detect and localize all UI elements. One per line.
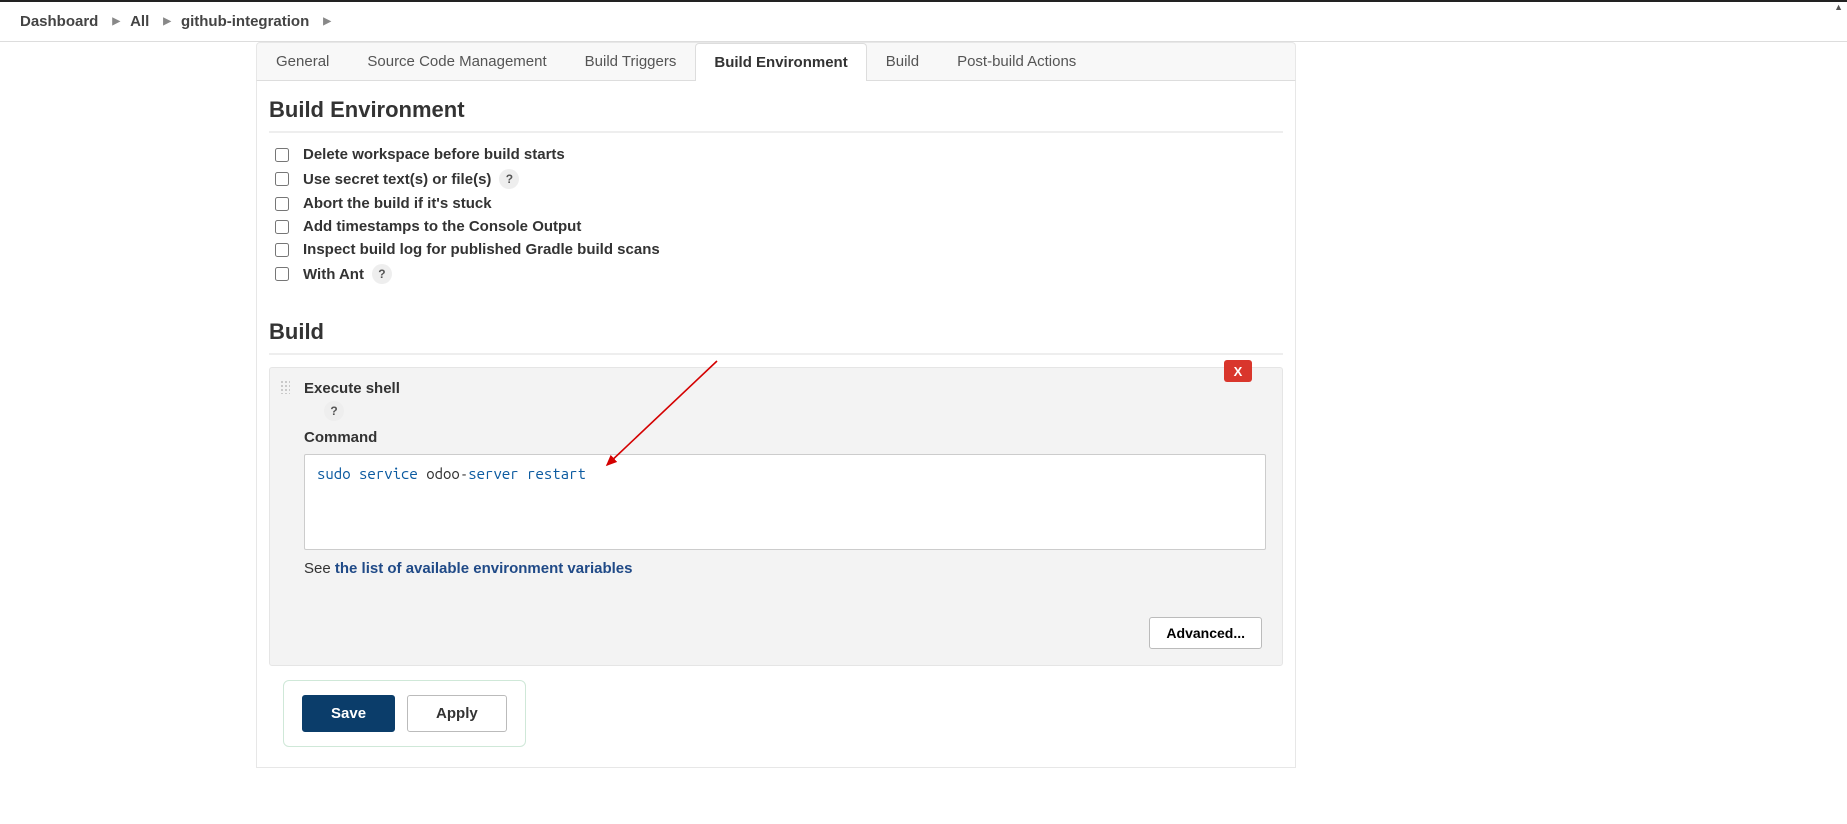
opt-with-ant[interactable]: With Ant ?	[269, 261, 1283, 287]
opt-delete-workspace[interactable]: Delete workspace before build starts	[269, 143, 1283, 166]
checkbox[interactable]	[275, 243, 289, 257]
save-bar: Save Apply	[283, 680, 526, 747]
help-icon[interactable]: ?	[324, 401, 344, 421]
opt-label: Inspect build log for published Gradle b…	[303, 241, 660, 258]
advanced-button[interactable]: Advanced...	[1149, 617, 1262, 649]
config-tabs: General Source Code Management Build Tri…	[256, 42, 1296, 81]
tab-general[interactable]: General	[257, 43, 348, 80]
checkbox[interactable]	[275, 148, 289, 162]
opt-label: Use secret text(s) or file(s)	[303, 171, 491, 188]
opt-gradle-scans[interactable]: Inspect build log for published Gradle b…	[269, 238, 1283, 261]
delete-step-button[interactable]: X	[1224, 360, 1252, 382]
tab-post-build[interactable]: Post-build Actions	[938, 43, 1095, 80]
tab-build-triggers[interactable]: Build Triggers	[566, 43, 696, 80]
drag-handle-icon[interactable]	[280, 380, 290, 394]
save-button[interactable]: Save	[302, 695, 395, 732]
scroll-up-icon[interactable]: ▲	[1834, 2, 1843, 12]
breadcrumb: Dashboard ▶ All ▶ github-integration ▶	[0, 2, 1847, 42]
command-input[interactable]: sudo service odoo-server restart	[304, 454, 1266, 550]
build-step-execute-shell: X Execute shell ? Command sudo service o…	[269, 367, 1283, 666]
breadcrumb-item-dashboard[interactable]: Dashboard	[20, 13, 98, 30]
section-title-build: Build	[269, 313, 1283, 355]
tab-scm[interactable]: Source Code Management	[348, 43, 565, 80]
help-icon[interactable]: ?	[499, 169, 519, 189]
opt-use-secret[interactable]: Use secret text(s) or file(s) ?	[269, 166, 1283, 192]
section-title-build-env: Build Environment	[269, 91, 1283, 133]
help-icon[interactable]: ?	[372, 264, 392, 284]
chevron-right-icon: ▶	[112, 16, 120, 27]
annotation-arrow-icon	[597, 357, 727, 487]
chevron-right-icon: ▶	[163, 16, 171, 27]
breadcrumb-item-project[interactable]: github-integration	[181, 13, 309, 30]
checkbox[interactable]	[275, 197, 289, 211]
opt-label: Add timestamps to the Console Output	[303, 218, 581, 235]
env-vars-link[interactable]: the list of available environment variab…	[335, 560, 633, 577]
opt-abort-stuck[interactable]: Abort the build if it's stuck	[269, 192, 1283, 215]
opt-label: Delete workspace before build starts	[303, 146, 565, 163]
apply-button[interactable]: Apply	[407, 695, 507, 732]
checkbox[interactable]	[275, 172, 289, 186]
opt-timestamps[interactable]: Add timestamps to the Console Output	[269, 215, 1283, 238]
chevron-right-icon: ▶	[323, 16, 331, 27]
checkbox[interactable]	[275, 220, 289, 234]
opt-label: With Ant	[303, 266, 364, 283]
opt-label: Abort the build if it's stuck	[303, 195, 492, 212]
tab-build-environment[interactable]: Build Environment	[695, 43, 866, 81]
command-label: Command	[304, 429, 1266, 446]
env-vars-hint: See the list of available environment va…	[304, 560, 1266, 577]
checkbox[interactable]	[275, 267, 289, 281]
tab-build[interactable]: Build	[867, 43, 938, 80]
step-title: Execute shell	[304, 380, 1266, 397]
breadcrumb-item-all[interactable]: All	[130, 13, 149, 30]
